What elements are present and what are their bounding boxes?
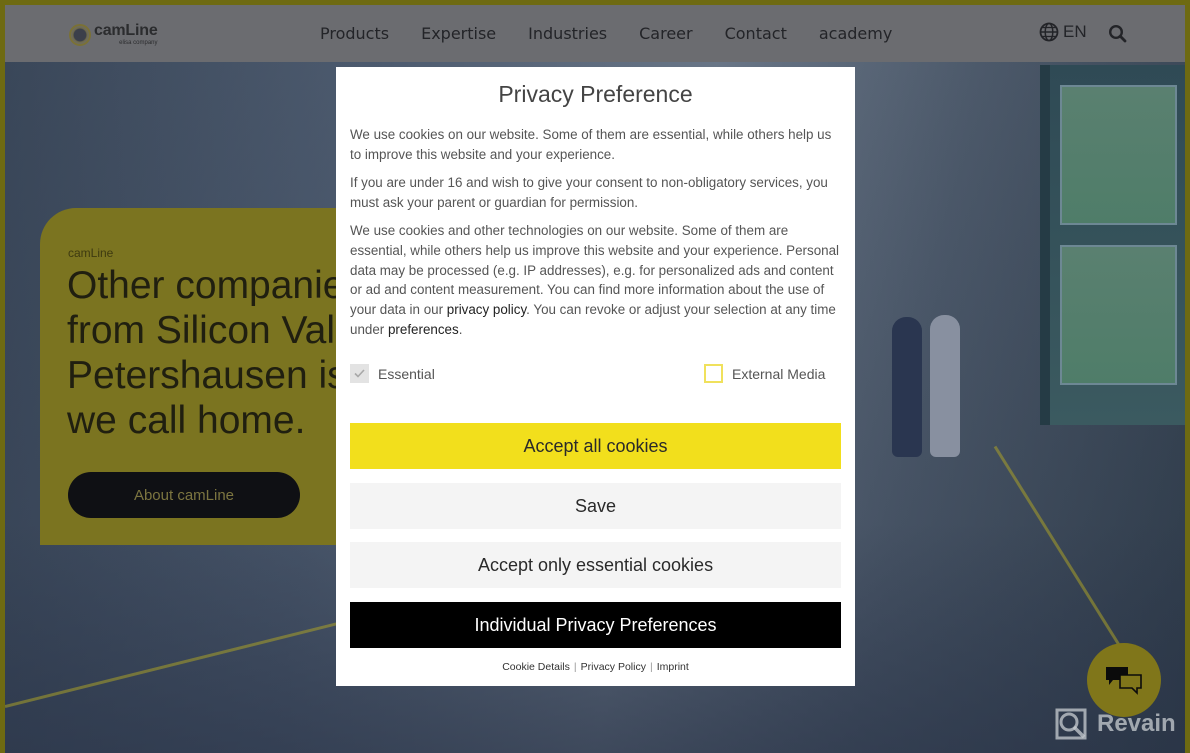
nav-item-industries[interactable]: Industries [528, 24, 607, 43]
hero-title-line: Other companies [67, 264, 364, 307]
dialog-paragraph: If you are under 16 and wish to give you… [350, 175, 828, 210]
checkmark-icon [354, 369, 365, 378]
search-icon [1108, 24, 1127, 43]
save-button[interactable]: Save [350, 483, 841, 529]
privacy-preference-dialog: Privacy Preference We use cookies on our… [336, 67, 855, 686]
logo-name: camLine [94, 22, 158, 39]
globe-icon [1039, 22, 1059, 42]
main-nav: Products Expertise Industries Career Con… [320, 5, 924, 62]
privacy-policy-link[interactable]: privacy policy [447, 302, 526, 317]
external-media-checkbox[interactable]: External Media [704, 364, 825, 383]
revain-watermark: Revain [1055, 708, 1176, 740]
checkbox-label: Essential [378, 365, 435, 382]
background-chart [1060, 85, 1177, 225]
hero-tag: camLine [68, 246, 114, 260]
nav-item-products[interactable]: Products [320, 24, 389, 43]
accept-essential-cookies-button[interactable]: Accept only essential cookies [350, 542, 841, 588]
about-camline-button[interactable]: About camLine [68, 472, 300, 518]
hero-card: camLine Other companies from Silicon Val… [40, 208, 386, 545]
dialog-paragraph: We use cookies and other technologies on… [350, 221, 844, 340]
consent-checkboxes: Essential External Media [350, 364, 828, 386]
dialog-title: Privacy Preference [498, 81, 693, 107]
dialog-footer-links: Cookie Details | Privacy Policy | Imprint [336, 661, 855, 673]
preferences-link[interactable]: preferences [388, 322, 459, 337]
privacy-policy-footer-link[interactable]: Privacy Policy [581, 661, 646, 673]
paragraph-text: . [458, 321, 463, 337]
checkbox-box[interactable] [704, 364, 723, 383]
search-button[interactable] [1108, 24, 1127, 48]
nav-item-contact[interactable]: Contact [725, 24, 787, 43]
chat-button[interactable] [1087, 643, 1161, 717]
hero-title-line: from Silicon Valley [67, 309, 385, 352]
hero-title-line: Petershausen is w [67, 354, 386, 397]
nav-item-academy[interactable]: academy [819, 24, 892, 43]
nav-item-career[interactable]: Career [639, 24, 692, 43]
dialog-paragraph: We use cookies on our website. Some of t… [350, 127, 832, 162]
checkbox-box[interactable] [350, 364, 369, 383]
page-background: camLine elisa company Products Expertise… [5, 5, 1185, 753]
language-label: EN [1063, 22, 1087, 41]
accept-all-cookies-button[interactable]: Accept all cookies [350, 423, 841, 469]
site-header: camLine elisa company Products Expertise… [5, 5, 1185, 62]
background-person [930, 315, 960, 457]
background-chart [1060, 245, 1177, 385]
checkbox-label: External Media [732, 365, 826, 382]
nav-item-expertise[interactable]: Expertise [421, 24, 496, 43]
imprint-link[interactable]: Imprint [657, 661, 689, 673]
chat-bubbles-icon [1106, 667, 1142, 695]
background-monitor [1040, 65, 1185, 425]
individual-privacy-preferences-button[interactable]: Individual Privacy Preferences [350, 602, 841, 648]
logo-subtitle: elisa company [119, 40, 158, 46]
hero-title: Other companies from Silicon Valley Pete… [67, 263, 386, 443]
cookie-details-link[interactable]: Cookie Details [502, 661, 570, 673]
logo-mark-icon [69, 23, 91, 46]
logo[interactable]: camLine elisa company [69, 23, 158, 46]
watermark-label: Revain [1097, 710, 1176, 737]
revain-logo-icon [1055, 708, 1087, 740]
hero-title-line: we call home. [67, 399, 306, 442]
background-person [892, 317, 922, 457]
essential-checkbox[interactable]: Essential [350, 364, 435, 383]
language-switcher[interactable]: EN [1039, 22, 1087, 42]
link-separator: | [573, 661, 577, 673]
link-separator: | [649, 661, 653, 673]
